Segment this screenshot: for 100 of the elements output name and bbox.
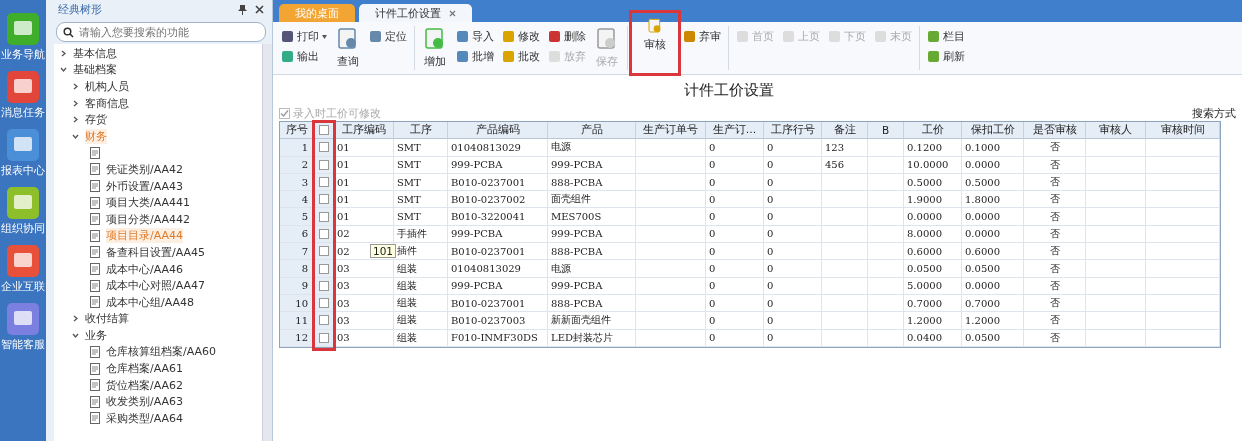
close-icon[interactable]: [449, 9, 456, 17]
app-tile-icon[interactable]: [6, 186, 40, 220]
rail-label[interactable]: 企业互联: [1, 280, 45, 294]
column-header[interactable]: 审核人: [1086, 122, 1146, 140]
row-checkbox[interactable]: [318, 280, 329, 291]
row-checkbox[interactable]: [318, 332, 329, 343]
select-all-checkbox[interactable]: [318, 125, 329, 136]
tree-item[interactable]: 成本中心对照/AA47: [106, 278, 206, 294]
row-checkbox[interactable]: [318, 142, 329, 153]
row-checkbox[interactable]: [318, 177, 329, 188]
table-cell: [636, 156, 706, 174]
row-checkbox[interactable]: [318, 298, 329, 309]
toolbar-button[interactable]: 刷新: [923, 49, 969, 64]
table-cell: 否: [1024, 225, 1086, 244]
chevron-right-icon[interactable]: [72, 99, 79, 107]
table-cell: 0.0500: [962, 329, 1024, 347]
row-checkbox[interactable]: [318, 315, 329, 326]
close-icon[interactable]: [255, 5, 264, 14]
app-tile-icon[interactable]: [6, 244, 40, 278]
app-tile-icon[interactable]: [6, 128, 40, 162]
column-header[interactable]: 产品: [548, 122, 636, 140]
column-header[interactable]: B: [868, 122, 904, 140]
tree-item[interactable]: 收发类别/AA63: [106, 394, 184, 410]
app-tile-icon[interactable]: [6, 70, 40, 104]
chevron-down-icon[interactable]: [72, 132, 79, 140]
tree-item[interactable]: 项目大类/AA441: [106, 195, 191, 211]
table-cell: [1086, 191, 1146, 209]
tree-item[interactable]: 客商信息: [85, 95, 129, 111]
search-field[interactable]: 请输入您要搜索的功能: [56, 22, 266, 42]
column-header[interactable]: 工序编码: [334, 122, 394, 140]
row-checkbox[interactable]: [318, 246, 329, 257]
tree-item[interactable]: 仓库核算组档案/AA60: [106, 344, 217, 360]
toolbar-button[interactable]: 栏目: [923, 29, 969, 44]
table-cell: 0: [706, 173, 764, 192]
toolbar-button[interactable]: 审核: [631, 12, 679, 74]
app-tile-icon[interactable]: [6, 302, 40, 336]
tree-item[interactable]: 外币设置/AA43: [106, 178, 184, 194]
scrollbar[interactable]: [262, 44, 272, 441]
column-header[interactable]: 工序行号: [764, 122, 822, 140]
toolbar-button[interactable]: 打印: [277, 29, 331, 44]
column-header[interactable]: 产品编码: [448, 122, 548, 140]
pin-icon[interactable]: [238, 4, 247, 15]
table-cell: [1086, 225, 1146, 244]
dropdown-caret-icon[interactable]: [322, 34, 327, 39]
tree-item[interactable]: 凭证类别/AA42: [106, 161, 184, 177]
chevron-right-icon[interactable]: [72, 83, 79, 90]
column-header[interactable]: 生产订单号: [636, 122, 706, 140]
app-tile-icon[interactable]: [6, 12, 40, 46]
tree-item[interactable]: 收付结算: [85, 311, 129, 327]
tree-item[interactable]: 项目分类/AA442: [106, 211, 191, 227]
row-checkbox[interactable]: [318, 211, 329, 222]
tree-item[interactable]: 业务: [85, 327, 107, 343]
tree-item[interactable]: 存货: [85, 112, 107, 128]
toolbar-button[interactable]: 弃审: [679, 29, 725, 44]
table-cell: 01: [334, 208, 394, 226]
table-cell: 8.0000: [904, 225, 962, 244]
toolbar-button[interactable]: 批改: [498, 49, 544, 64]
rail-label[interactable]: 业务导航: [1, 48, 45, 62]
tree-item[interactable]: 备查科目设置/AA45: [106, 244, 206, 260]
tree-item[interactable]: 采购类型/AA64: [106, 410, 184, 426]
toolbar-button[interactable]: 定位: [365, 29, 411, 44]
chevron-right-icon[interactable]: [60, 49, 67, 57]
row-checkbox[interactable]: [318, 228, 329, 239]
rail-label[interactable]: 消息任务: [1, 106, 45, 120]
rail-label[interactable]: 智能客服: [1, 338, 45, 352]
chevron-right-icon[interactable]: [72, 315, 79, 323]
chevron-down-icon[interactable]: [72, 331, 79, 339]
toolbar-button[interactable]: 输出: [277, 49, 331, 64]
document-icon: [90, 180, 100, 193]
row-checkbox[interactable]: [318, 263, 329, 274]
tab[interactable]: 计件工价设置: [359, 4, 472, 22]
rail-label[interactable]: 组织协同: [1, 222, 45, 236]
tree-item[interactable]: 机构人员: [85, 79, 129, 94]
toolbar-button[interactable]: 增加: [418, 22, 452, 74]
column-header[interactable]: 生产订…: [706, 122, 764, 140]
toolbar-button[interactable]: 批增: [452, 49, 498, 64]
row-checkbox[interactable]: [318, 194, 329, 205]
column-header[interactable]: 工序: [394, 122, 448, 140]
row-checkbox[interactable]: [318, 159, 329, 170]
chevron-right-icon[interactable]: [72, 116, 79, 124]
toolbar-button[interactable]: 导入: [452, 29, 498, 44]
chevron-down-icon[interactable]: [60, 66, 67, 74]
document-icon: [90, 379, 100, 392]
tree-item[interactable]: 货位档案/AA62: [106, 377, 184, 393]
column-header[interactable]: 保扣工价: [962, 122, 1024, 140]
tree-item[interactable]: 仓库档案/AA61: [106, 361, 184, 377]
column-header[interactable]: 序号: [280, 122, 314, 140]
toolbar-button[interactable]: 删除: [544, 29, 590, 44]
column-header[interactable]: 备注: [822, 122, 868, 140]
column-header[interactable]: 工价: [904, 122, 962, 140]
rail-label[interactable]: 报表中心: [1, 164, 45, 178]
column-header[interactable]: 审核时间: [1146, 122, 1220, 140]
column-header[interactable]: 是否审核: [1024, 122, 1086, 140]
tree-item[interactable]: 成本中心/AA46: [106, 261, 184, 277]
tree-item[interactable]: 基础档案: [73, 62, 117, 78]
table-cell: 5.0000: [904, 277, 962, 295]
toolbar-button[interactable]: 修改: [498, 29, 544, 44]
tree-item[interactable]: 基本信息: [73, 45, 117, 61]
tree-item[interactable]: 成本中心组/AA48: [106, 294, 195, 310]
toolbar-button[interactable]: 查询: [331, 22, 365, 74]
